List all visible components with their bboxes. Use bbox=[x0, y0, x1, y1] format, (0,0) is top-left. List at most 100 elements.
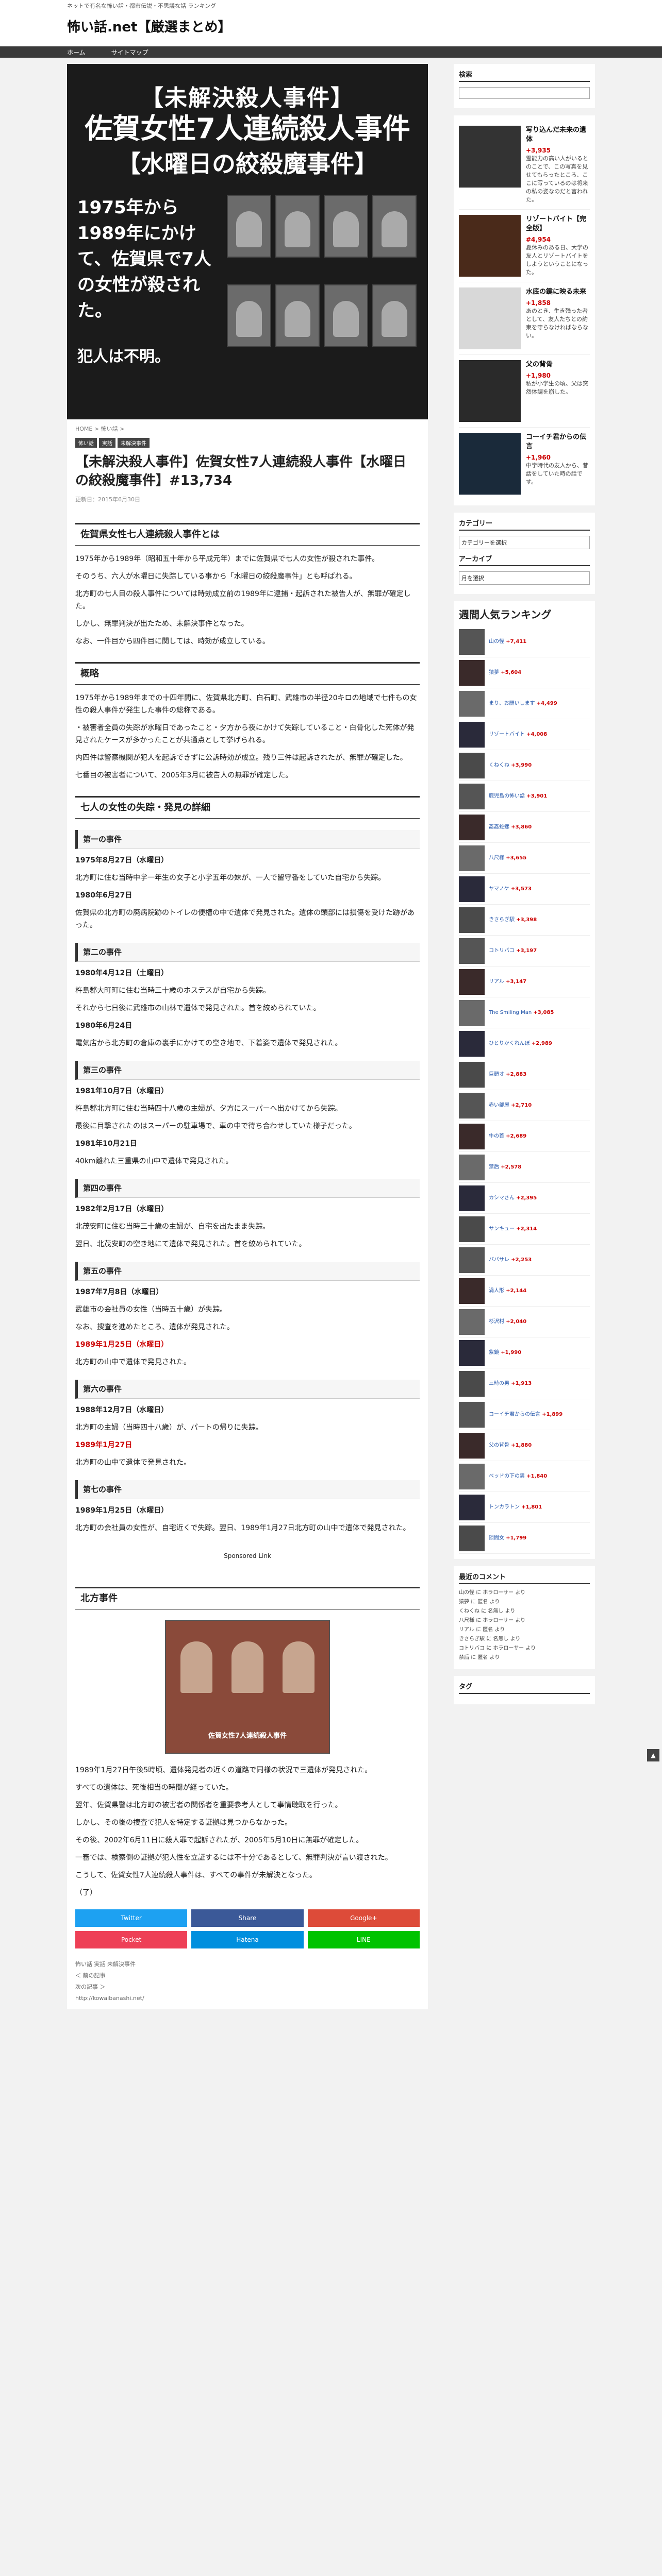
ranking-item[interactable]: The Smiling Man +3,085 bbox=[459, 997, 590, 1028]
site-url[interactable]: http://kowaibanashi.net/ bbox=[75, 1993, 420, 2004]
ranking-link[interactable]: 禁后 +2,578 bbox=[489, 1164, 521, 1171]
ranking-item[interactable]: サンキュー +2,314 bbox=[459, 1214, 590, 1245]
comment-item[interactable]: 八尺様 に ホラローサー より bbox=[459, 1617, 590, 1624]
ranking-item[interactable]: きさらぎ駅 +3,398 bbox=[459, 905, 590, 936]
footer-categories[interactable]: 怖い話 実話 未解決事件 bbox=[75, 1959, 420, 1970]
comment-item[interactable]: きさらぎ駅 に 名無し より bbox=[459, 1636, 590, 1643]
comment-item[interactable]: 禁后 に 匿名 より bbox=[459, 1654, 590, 1662]
ranking-link[interactable]: ベッドの下の男 +1,840 bbox=[489, 1473, 547, 1480]
ranking-item[interactable]: リアル +3,147 bbox=[459, 967, 590, 997]
ranking-link[interactable]: The Smiling Man +3,085 bbox=[489, 1009, 554, 1016]
ranking-item[interactable]: 三時の男 +1,913 bbox=[459, 1368, 590, 1399]
share-google-button[interactable]: Google+ bbox=[307, 1909, 420, 1927]
prev-post-link[interactable]: ＜ 前の記事 bbox=[75, 1970, 420, 1981]
featured-article[interactable]: 父の背骨 +1,980 私が小学生の頃、父は突然体調を崩した。 bbox=[459, 355, 590, 428]
share-facebook-button[interactable]: Share bbox=[191, 1909, 304, 1927]
ranking-item[interactable]: リゾートバイト +4,008 bbox=[459, 719, 590, 750]
share-twitter-button[interactable]: Twitter bbox=[75, 1909, 188, 1927]
ranking-link[interactable]: リゾートバイト +4,008 bbox=[489, 731, 547, 738]
ranking-link[interactable]: 杉沢村 +2,040 bbox=[489, 1318, 526, 1325]
ranking-link[interactable]: 父の背骨 +1,880 bbox=[489, 1442, 532, 1449]
share-line-button[interactable]: LINE bbox=[307, 1931, 420, 1948]
comment-item[interactable]: 猿夢 に 匿名 より bbox=[459, 1599, 590, 1606]
ranking-link[interactable]: 紫鏡 +1,990 bbox=[489, 1349, 521, 1356]
comment-item[interactable]: コトリバコ に ホラローサー より bbox=[459, 1645, 590, 1652]
ranking-item[interactable]: ベッドの下の男 +1,840 bbox=[459, 1461, 590, 1492]
ranking-item[interactable]: トンカラトン +1,801 bbox=[459, 1492, 590, 1523]
comment-item[interactable]: リアル に 匿名 より bbox=[459, 1626, 590, 1634]
ranking-link[interactable]: 渦人形 +2,144 bbox=[489, 1287, 526, 1294]
ranking-link[interactable]: ヤマノケ +3,573 bbox=[489, 886, 532, 892]
ranking-item[interactable]: 姦姦蛇螺 +3,860 bbox=[459, 812, 590, 843]
tag[interactable]: 実話 bbox=[99, 438, 115, 448]
ranking-item[interactable]: 山の怪 +7,411 bbox=[459, 626, 590, 657]
ranking-link[interactable]: カシマさん +2,395 bbox=[489, 1195, 537, 1201]
article-title[interactable]: リゾートバイト【完全版】 bbox=[526, 215, 590, 233]
ranking-link[interactable]: 山の怪 +7,411 bbox=[489, 638, 526, 645]
ranking-link[interactable]: コーイチ君からの伝言 +1,899 bbox=[489, 1411, 562, 1418]
ranking-item[interactable]: 牛の首 +2,689 bbox=[459, 1121, 590, 1152]
featured-article[interactable]: 写り込んだ未来の遺体 +3,935 霊能力の高い人がいるとのことで、この写真を見せて… bbox=[459, 121, 590, 210]
ranking-link[interactable]: 隙間女 +1,799 bbox=[489, 1535, 526, 1541]
next-post-link[interactable]: 次の記事 ＞ bbox=[75, 1981, 420, 1993]
ranking-link[interactable]: 赤い部屋 +2,710 bbox=[489, 1102, 532, 1109]
ranking-item[interactable]: 渦人形 +2,144 bbox=[459, 1276, 590, 1307]
article-title[interactable]: 水底の鍵に映る未来 bbox=[526, 287, 590, 297]
comment-item[interactable]: 山の怪 に ホラローサー より bbox=[459, 1589, 590, 1597]
share-hatena-button[interactable]: Hatena bbox=[191, 1931, 304, 1948]
nav-sitemap[interactable]: サイトマップ bbox=[111, 48, 148, 57]
ranking-link[interactable]: ひとりかくれんぼ +2,989 bbox=[489, 1040, 552, 1047]
ranking-item[interactable]: 八尺様 +3,655 bbox=[459, 843, 590, 874]
ranking-item[interactable]: まり、お願いします +4,499 bbox=[459, 688, 590, 719]
ranking-item[interactable]: 杉沢村 +2,040 bbox=[459, 1307, 590, 1337]
ranking-link[interactable]: 鹿児島の怖い話 +3,901 bbox=[489, 793, 547, 800]
ranking-item[interactable]: くねくね +3,990 bbox=[459, 750, 590, 781]
article-title[interactable]: コーイチ君からの伝言 bbox=[526, 433, 590, 451]
category-select[interactable]: カテゴリーを選択 bbox=[459, 536, 590, 549]
ranking-link[interactable]: 牛の首 +2,689 bbox=[489, 1133, 526, 1140]
ranking-link[interactable]: トンカラトン +1,801 bbox=[489, 1504, 542, 1511]
ranking-item[interactable]: 鹿児島の怖い話 +3,901 bbox=[459, 781, 590, 812]
ranking-link[interactable]: 巨頭オ +2,883 bbox=[489, 1071, 526, 1078]
ranking-link[interactable]: 姦姦蛇螺 +3,860 bbox=[489, 824, 532, 831]
ranking-link[interactable]: サンキュー +2,314 bbox=[489, 1226, 537, 1232]
ranking-item[interactable]: カシマさん +2,395 bbox=[459, 1183, 590, 1214]
ranking-link[interactable]: きさらぎ駅 +3,398 bbox=[489, 917, 537, 923]
ranking-link[interactable]: 猿夢 +5,604 bbox=[489, 669, 521, 676]
ranking-link[interactable]: コトリバコ +3,197 bbox=[489, 947, 537, 954]
section-heading: 佐賀県女性七人連続殺人事件とは bbox=[75, 523, 420, 546]
nav-home[interactable]: ホーム bbox=[67, 48, 86, 57]
ranking-item[interactable]: 赤い部屋 +2,710 bbox=[459, 1090, 590, 1121]
ranking-link[interactable]: まり、お願いします +4,499 bbox=[489, 700, 557, 707]
comment-item[interactable]: くねくね に 名無し より bbox=[459, 1608, 590, 1615]
featured-article[interactable]: リゾートバイト【完全版】 #4,954 夏休みのある日、大学の友人とリゾートバイトを… bbox=[459, 210, 590, 282]
tag[interactable]: 未解決事件 bbox=[118, 438, 150, 448]
ranking-link[interactable]: ババサレ +2,253 bbox=[489, 1257, 532, 1263]
breadcrumb[interactable]: HOME > 怖い話 > bbox=[67, 419, 428, 438]
ranking-item[interactable]: 禁后 +2,578 bbox=[459, 1152, 590, 1183]
ranking-item[interactable]: 巨頭オ +2,883 bbox=[459, 1059, 590, 1090]
article-title[interactable]: 父の背骨 bbox=[526, 360, 590, 369]
archive-select[interactable]: 月を選択 bbox=[459, 571, 590, 585]
ranking-item[interactable]: 紫鏡 +1,990 bbox=[459, 1337, 590, 1368]
ranking-link[interactable]: くねくね +3,990 bbox=[489, 762, 532, 769]
ranking-item[interactable]: ババサレ +2,253 bbox=[459, 1245, 590, 1276]
search-input[interactable] bbox=[459, 87, 590, 99]
scroll-top-button[interactable]: ▲ bbox=[647, 1749, 659, 1761]
site-title[interactable]: 怖い話.net【厳選まとめ】 bbox=[67, 16, 595, 36]
ranking-link[interactable]: リアル +3,147 bbox=[489, 978, 526, 985]
share-pocket-button[interactable]: Pocket bbox=[75, 1931, 188, 1948]
ranking-item[interactable]: コーイチ君からの伝言 +1,899 bbox=[459, 1399, 590, 1430]
ranking-item[interactable]: 隙間女 +1,799 bbox=[459, 1523, 590, 1554]
ranking-item[interactable]: 猿夢 +5,604 bbox=[459, 657, 590, 688]
ranking-item[interactable]: ヤマノケ +3,573 bbox=[459, 874, 590, 905]
article-title[interactable]: 写り込んだ未来の遺体 bbox=[526, 126, 590, 144]
ranking-link[interactable]: 三時の男 +1,913 bbox=[489, 1380, 532, 1387]
featured-article[interactable]: コーイチ君からの伝言 +1,960 中学時代の友人から、昔話をしていた時の話です。 bbox=[459, 428, 590, 500]
ranking-item[interactable]: ひとりかくれんぼ +2,989 bbox=[459, 1028, 590, 1059]
ranking-link[interactable]: 八尺様 +3,655 bbox=[489, 855, 526, 861]
tag[interactable]: 怖い話 bbox=[75, 438, 97, 448]
featured-article[interactable]: 水底の鍵に映る未来 +1,858 あのとき、生き残った者として、友人たちとの約束を守… bbox=[459, 282, 590, 355]
ranking-item[interactable]: コトリバコ +3,197 bbox=[459, 936, 590, 967]
ranking-item[interactable]: 父の背骨 +1,880 bbox=[459, 1430, 590, 1461]
